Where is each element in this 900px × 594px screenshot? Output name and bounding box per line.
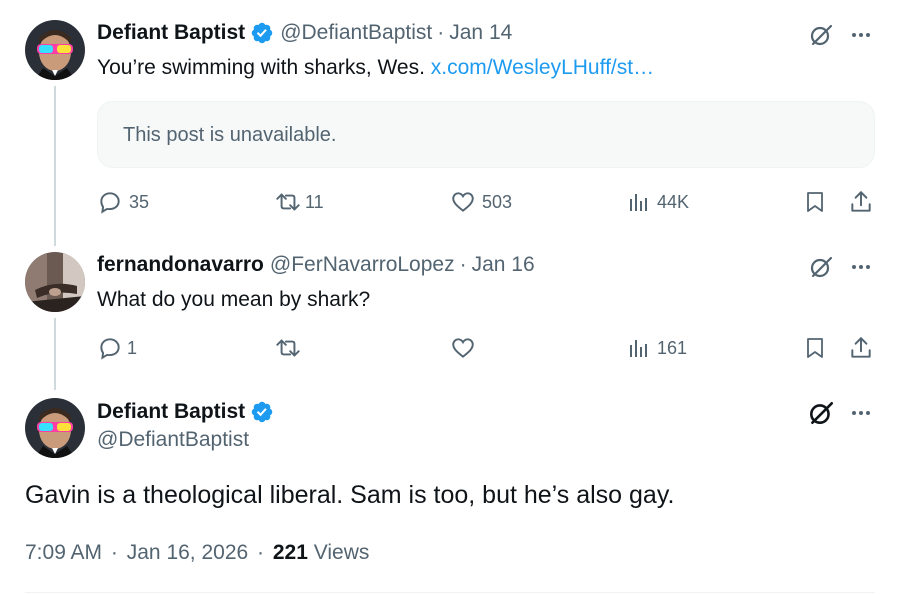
post-time[interactable]: 7:09 AM: [25, 541, 102, 564]
tweet-link[interactable]: x.com/WesleyLHuff/st…: [431, 56, 654, 79]
tweet-text: You’re swimming with sharks, Wes. x.com/…: [97, 56, 654, 80]
tweet-body: You’re swimming with sharks, Wes.: [97, 56, 431, 79]
author-name[interactable]: Defiant Baptist: [97, 400, 245, 424]
reply-count: 35: [129, 191, 150, 212]
more-icon[interactable]: [847, 253, 875, 281]
grok-icon[interactable]: [807, 253, 835, 281]
repost-button[interactable]: 11: [273, 189, 324, 215]
avatar-fernandonavarro[interactable]: [25, 252, 85, 312]
views-icon: [630, 340, 647, 357]
share-button[interactable]: [848, 335, 874, 361]
post-full-date[interactable]: Jan 16, 2026: [127, 541, 248, 564]
like-button[interactable]: 503: [450, 189, 512, 215]
main-tweet-text: Gavin is a theological liberal. Sam is t…: [25, 481, 675, 509]
author-handle[interactable]: @FerNavarroLopez: [270, 253, 455, 277]
verified-badge-icon[interactable]: [250, 21, 274, 45]
quoted-post-unavailable: This post is unavailable.: [97, 101, 875, 168]
author-name[interactable]: fernandonavarro: [97, 253, 264, 277]
views-button[interactable]: 161: [627, 335, 687, 361]
reply-button[interactable]: 35: [97, 189, 149, 215]
tweet-header: Defiant Baptist: [97, 400, 274, 424]
more-icon[interactable]: [847, 399, 875, 427]
reply-icon: [100, 338, 120, 360]
repost-icon: [276, 193, 300, 211]
grok-icon[interactable]: [807, 21, 835, 49]
like-button[interactable]: [450, 335, 476, 361]
more-icon[interactable]: [847, 21, 875, 49]
tweet-text: What do you mean by shark?: [97, 288, 371, 311]
reply-button[interactable]: 1: [97, 335, 137, 361]
tweet-header: Defiant Baptist @DefiantBaptist · Jan 14: [97, 21, 512, 45]
views-icon: [630, 194, 647, 211]
bookmark-button[interactable]: [803, 335, 827, 361]
unavailable-message: This post is unavailable.: [123, 124, 337, 146]
separator-dot: ·: [110, 541, 118, 564]
thread-line: [54, 86, 56, 246]
tweet-header: fernandonavarro @FerNavarroLopez · Jan 1…: [97, 253, 535, 277]
like-icon: [452, 192, 474, 212]
author-handle[interactable]: @DefiantBaptist: [280, 21, 432, 45]
views-count: 161: [657, 337, 688, 358]
separator-dot: ·: [257, 541, 265, 564]
post-date[interactable]: Jan 14: [449, 21, 512, 45]
views-count: 44K: [657, 191, 690, 212]
views-button[interactable]: 44K: [627, 189, 689, 215]
like-icon: [452, 338, 474, 358]
author-name[interactable]: Defiant Baptist: [97, 21, 245, 45]
views-label: Views: [307, 541, 370, 564]
bookmark-button[interactable]: [803, 189, 827, 215]
separator-dot: ·: [459, 253, 467, 276]
repost-button[interactable]: [273, 335, 303, 361]
bookmark-icon: [807, 338, 823, 358]
separator-dot: ·: [437, 21, 445, 44]
avatar-defiant-baptist[interactable]: [25, 20, 85, 80]
post-meta: 7:09 AM · Jan 16, 2026 · 221 Views: [25, 541, 369, 565]
divider: [25, 592, 875, 593]
bookmark-icon: [807, 192, 823, 212]
repost-count: 11: [305, 191, 324, 212]
author-handle[interactable]: @DefiantBaptist: [97, 428, 249, 452]
share-button[interactable]: [848, 189, 874, 215]
share-icon: [851, 191, 871, 212]
avatar-defiant-baptist[interactable]: [25, 398, 85, 458]
reply-count: 1: [127, 337, 138, 358]
repost-icon: [276, 339, 300, 357]
grok-icon[interactable]: [807, 399, 835, 427]
reply-icon: [100, 192, 120, 214]
verified-badge-icon[interactable]: [250, 400, 274, 424]
post-date[interactable]: Jan 16: [472, 253, 535, 277]
like-count: 503: [482, 191, 513, 212]
view-count: 221: [272, 541, 308, 564]
thread-line: [54, 318, 56, 390]
share-icon: [851, 337, 871, 358]
